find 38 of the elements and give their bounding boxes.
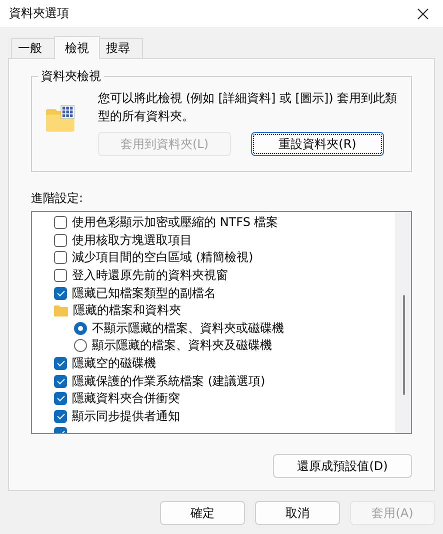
window-title: 資料夾選項 — [9, 5, 69, 22]
setting-label: 顯示同步提供者通知 — [72, 408, 180, 425]
setting-label: 不顯示隱藏的檔案、資料夾或磁碟機 — [92, 320, 284, 337]
radio-button[interactable] — [74, 339, 87, 352]
setting-label: 隱藏資料夾合併衝突 — [72, 390, 180, 408]
folder-icon — [54, 304, 68, 317]
checkbox[interactable] — [54, 216, 67, 230]
setting-label: 使用色彩顯示加密或壓縮的 NTFS 檔案 — [72, 214, 278, 232]
tab[interactable]: 搜尋 — [99, 38, 143, 58]
setting-label: 隱藏保護的作業系統檔案 (建議選項) — [72, 372, 266, 390]
setting-label: 隱藏的檔案和資料夾 — [73, 302, 181, 320]
checkbox[interactable] — [54, 269, 67, 282]
description-text: 您可以將此檢視 (例如 [詳細資料] 或 [圖示]) 套用到此類型的所有資料夾。 — [98, 90, 398, 125]
checkbox[interactable] — [54, 251, 67, 264]
checkbox[interactable] — [54, 410, 67, 423]
setting-label: 減少項目間的空白區域 (精簡檢視) — [72, 249, 254, 266]
checkbox[interactable] — [54, 357, 67, 370]
tab[interactable]: 檢視 — [54, 36, 100, 59]
checkbox[interactable] — [54, 286, 67, 300]
setting-label: 使用核取方塊選取項目 — [72, 232, 192, 249]
dialog-button[interactable]: 確定 — [160, 501, 245, 525]
advanced-label: 進階設定: — [31, 190, 84, 207]
radio-button[interactable] — [74, 322, 87, 335]
setting-label: 顯示隱藏的檔案、資料夾及磁碟機 — [92, 337, 272, 354]
checkbox[interactable] — [54, 234, 67, 247]
setting-label: 隱藏已知檔案類型的副檔名 — [72, 284, 216, 302]
restore-defaults-button[interactable]: 還原成預設值(D) — [273, 454, 412, 478]
dialog-button[interactable]: 取消 — [255, 501, 340, 525]
setting-label: 登入時還原先前的資料夾視窗 — [72, 267, 228, 284]
scrollbar[interactable] — [395, 212, 411, 433]
folder-grid-icon — [46, 105, 76, 132]
close-icon[interactable] — [417, 8, 429, 20]
checkbox[interactable] — [54, 374, 67, 388]
group-title: 資料夾檢視 — [40, 68, 102, 85]
setting-label: 隱藏空的磁碟機 — [72, 355, 156, 372]
checkbox[interactable] — [54, 392, 67, 406]
tab[interactable]: 一般 — [11, 38, 55, 58]
folder-view-button[interactable]: 重設資料夾(R) — [251, 132, 384, 156]
